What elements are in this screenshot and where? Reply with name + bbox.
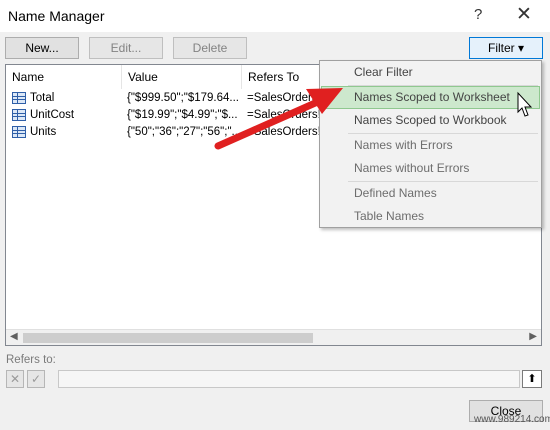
defined-name-icon (12, 92, 26, 104)
menu-item-names-with-errors[interactable]: Names with Errors (321, 134, 540, 157)
row-name: UnitCost (30, 109, 75, 121)
row-name: Total (30, 92, 55, 104)
menu-item-names-scoped-to-worksheet[interactable]: Names Scoped to Worksheet (321, 86, 540, 109)
watermark-text: www.989214.com (474, 414, 550, 425)
menu-item-names-scoped-to-workbook[interactable]: Names Scoped to Workbook (321, 109, 540, 132)
scrollbar-thumb[interactable] (23, 333, 313, 343)
row-refers-to: =SalesOrders! (247, 109, 319, 121)
row-name: Units (30, 126, 57, 138)
column-header-refers-to[interactable]: Refers To (242, 65, 322, 89)
row-value: {"50";"36";"27";"56";"... (127, 126, 242, 138)
refers-to-label: Refers to: (6, 354, 56, 366)
row-refers-to: =SalesOrders! (247, 92, 319, 104)
column-header-value[interactable]: Value (122, 65, 241, 89)
help-button[interactable]: ? (474, 6, 482, 23)
menu-item-names-without-errors[interactable]: Names without Errors (321, 157, 540, 180)
edit-button[interactable]: Edit... (89, 37, 163, 59)
scroll-left-icon[interactable]: ◀ (10, 331, 18, 342)
row-value: {"$999.50";"$179.64... (127, 92, 240, 104)
horizontal-scrollbar[interactable]: ◀ ▶ (6, 329, 541, 345)
confirm-edit-button[interactable]: ✓ (27, 370, 45, 388)
close-icon[interactable]: ✕ (516, 3, 532, 26)
delete-button[interactable]: Delete (173, 37, 247, 59)
scroll-right-icon[interactable]: ▶ (529, 331, 537, 342)
window-title: Name Manager (8, 8, 105, 24)
filter-menu: Clear Filter Names Scoped to Worksheet N… (319, 60, 542, 228)
row-value: {"$19.99";"$4.99";"$... (127, 109, 238, 121)
menu-item-clear-filter[interactable]: Clear Filter (321, 61, 540, 84)
filter-button[interactable]: Filter ▾ (469, 37, 543, 59)
collapse-dialog-icon[interactable]: ⬆ (522, 370, 542, 388)
title-bar: Name Manager ? ✕ (0, 0, 550, 32)
menu-item-table-names[interactable]: Table Names (321, 205, 540, 228)
new-button[interactable]: New... (5, 37, 79, 59)
cancel-edit-button[interactable]: ✕ (6, 370, 24, 388)
refers-to-input[interactable] (58, 370, 520, 388)
defined-name-icon (12, 126, 26, 138)
column-header-name[interactable]: Name (6, 65, 121, 89)
row-refers-to: =SalesOrders! (247, 126, 319, 138)
menu-item-defined-names[interactable]: Defined Names (321, 182, 540, 205)
defined-name-icon (12, 109, 26, 121)
